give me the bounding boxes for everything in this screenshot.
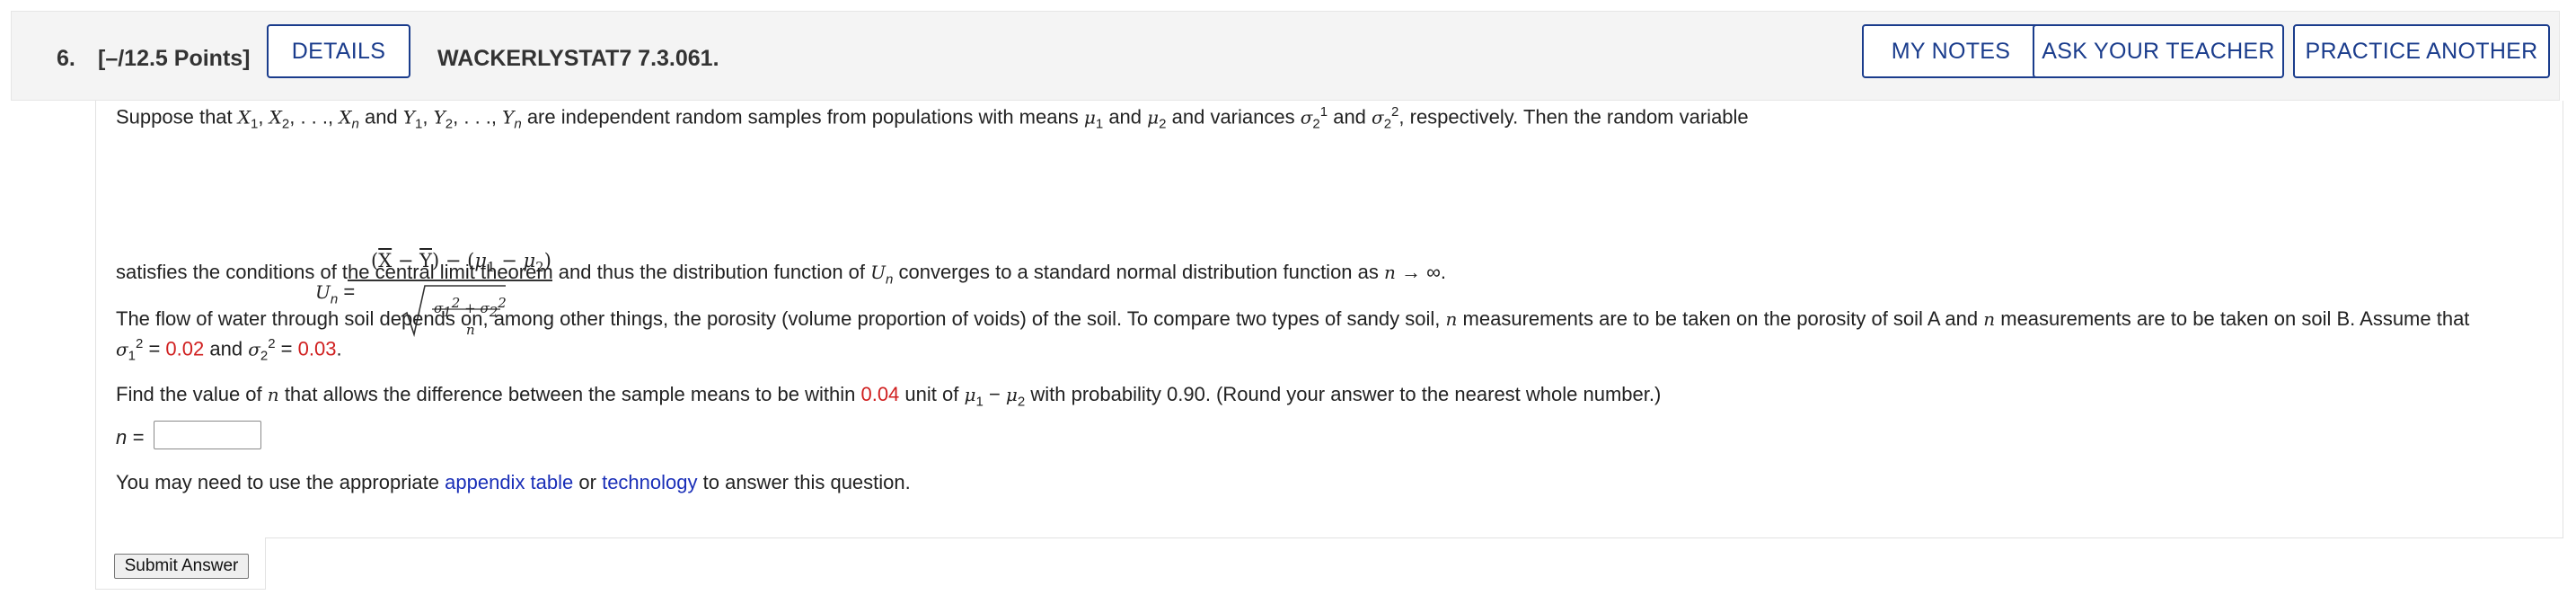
flow-text-line2: σ12 = 0.02 and σ22 = 0.03. (116, 336, 342, 364)
question-header: 6. [–/12.5 Points] DETAILS WACKERLYSTAT7… (11, 11, 2560, 101)
submit-answer-button[interactable]: Submit Answer (114, 554, 249, 579)
my-notes-button[interactable]: MY NOTES (1862, 24, 2040, 78)
question-points: [–/12.5 Points] (98, 46, 251, 71)
help-text: You may need to use the appropriate appe… (116, 471, 911, 493)
ask-teacher-button[interactable]: ASK YOUR TEACHER (2033, 24, 2284, 78)
sigma2-value: 0.03 (297, 337, 337, 360)
details-button[interactable]: DETAILS (267, 24, 410, 78)
practice-another-button[interactable]: PRACTICE ANOTHER (2293, 24, 2550, 78)
submit-area: Submit Answer (95, 537, 266, 590)
question-content: Suppose that X1, X2, . . ., Xn and Y1, Y… (95, 101, 2563, 538)
intro-text: Suppose that X1, X2, . . ., Xn and Y1, Y… (116, 104, 1749, 132)
sigma1-value: 0.02 (165, 337, 205, 360)
within-value: 0.04 (860, 383, 900, 405)
answer-label: n = (116, 426, 145, 449)
find-text: Find the value of n that allows the diff… (116, 383, 1662, 410)
appendix-table-link[interactable]: appendix table (445, 471, 573, 493)
question-source: WACKERLYSTAT7 7.3.061. (437, 46, 719, 71)
flow-text-line1: The flow of water through soil depends o… (116, 307, 2470, 330)
clt-text: satisfies the conditions of the central … (116, 261, 1446, 288)
technology-link[interactable]: technology (602, 471, 697, 493)
answer-input[interactable] (154, 421, 261, 449)
question-number: 6. (57, 46, 75, 71)
